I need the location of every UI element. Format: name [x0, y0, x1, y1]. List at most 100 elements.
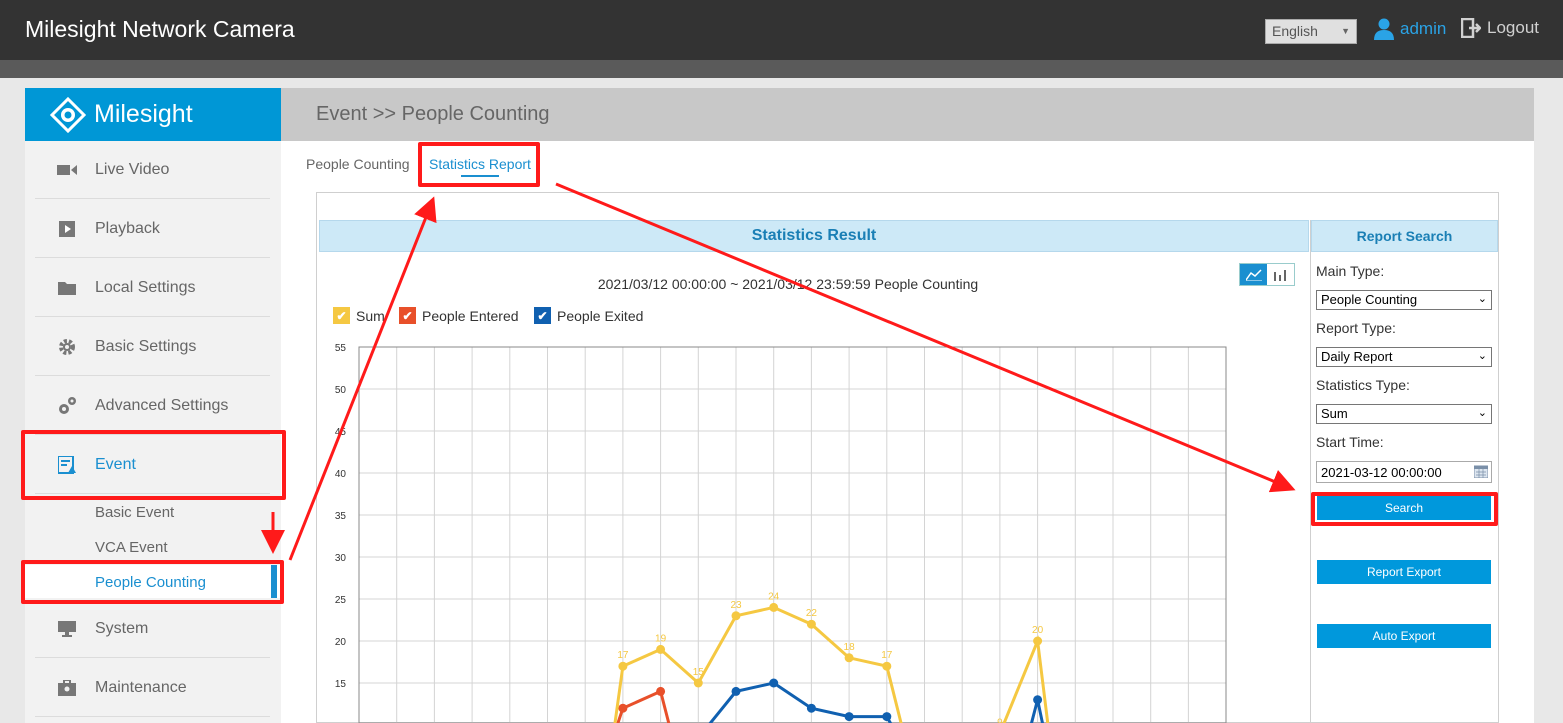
bar-chart-button[interactable] [1267, 264, 1294, 285]
y-tick-label: 20 [335, 637, 347, 648]
user-menu[interactable]: admin [1374, 18, 1446, 40]
app-title: Milesight Network Camera [25, 16, 295, 42]
sidebar-item-label: Live Video [95, 160, 170, 178]
sidebar-item-maintenance[interactable]: Maintenance [35, 659, 270, 717]
brand-logo: Milesight [25, 88, 281, 141]
sidebar-item-label: Advanced Settings [95, 396, 229, 414]
y-tick-label: 35 [335, 511, 347, 522]
data-point [693, 678, 703, 688]
sidebar-item-live-video[interactable]: Live Video [35, 141, 270, 199]
sidebar-item-playback[interactable]: Playback [35, 200, 270, 258]
top-bar: Milesight Network Camera English ▼ admin… [0, 0, 1563, 60]
statistics-type-value: Sum [1321, 406, 1348, 421]
data-label: 20 [1032, 625, 1044, 636]
y-tick-label: 55 [335, 343, 347, 354]
sidebar-item-label: Basic Settings [95, 337, 197, 355]
data-point [844, 653, 854, 663]
gear-icon [47, 338, 87, 356]
sidebar: Milesight Live Video Playback Local Sett… [25, 88, 281, 723]
main-type-value: People Counting [1321, 292, 1418, 307]
column-divider [1310, 220, 1311, 723]
data-point [1033, 636, 1043, 646]
annotation-box-event [21, 430, 286, 500]
chevron-down-icon: ⌄ [1477, 350, 1487, 362]
people-counting-chart: 55 50 45 40 35 30 25 20 15 17 19 15 23 24 22 18 17 9 20 [335, 343, 1227, 723]
sidebar-item-label: Local Settings [95, 278, 196, 296]
start-time-label: Start Time: [1316, 434, 1384, 450]
language-value: English [1272, 23, 1318, 39]
chevron-down-icon: ⌄ [1477, 407, 1487, 419]
main-type-select[interactable]: People Counting ⌄ [1316, 290, 1492, 310]
data-point [618, 703, 628, 713]
language-select[interactable]: English ▼ [1265, 19, 1357, 44]
data-point [656, 686, 666, 696]
bar-chart-icon [1273, 269, 1286, 281]
sidebar-subitem-basic-event[interactable]: Basic Event [95, 504, 174, 521]
sidebar-item-local-settings[interactable]: Local Settings [35, 259, 270, 317]
data-point [656, 644, 666, 654]
start-time-input[interactable]: 2021-03-12 00:00:00 [1316, 461, 1492, 483]
statistics-type-label: Statistics Type: [1316, 377, 1410, 393]
legend-people-exited[interactable]: ✔ People Exited [534, 307, 643, 324]
legend-people-entered[interactable]: ✔ People Entered [399, 307, 519, 324]
main-type-label: Main Type: [1316, 263, 1385, 279]
statistics-result-header: Statistics Result [319, 220, 1309, 252]
header-strip [0, 60, 1563, 78]
auto-export-button[interactable]: Auto Export [1317, 624, 1491, 648]
chart-title: 2021/03/12 00:00:00 ~ 2021/03/12 23:59:5… [597, 276, 979, 292]
y-tick-label: 50 [335, 385, 347, 396]
sidebar-item-label: Playback [95, 219, 160, 237]
legend-label: Sum [356, 307, 385, 324]
report-type-label: Report Type: [1316, 320, 1396, 336]
y-tick-label: 45 [335, 427, 347, 438]
calendar-icon[interactable] [1473, 465, 1489, 481]
legend-sum[interactable]: ✔ Sum [333, 307, 385, 324]
data-point [731, 686, 741, 696]
y-tick-label: 25 [335, 595, 347, 606]
data-label: 18 [844, 642, 856, 653]
start-time-value: 2021-03-12 00:00:00 [1321, 465, 1442, 480]
data-label: 9 [997, 717, 1003, 723]
data-point [769, 602, 779, 612]
data-point [618, 661, 628, 671]
video-camera-icon [47, 163, 87, 177]
line-chart-button[interactable] [1240, 264, 1267, 285]
username: admin [1400, 19, 1447, 38]
sidebar-item-label: System [95, 619, 149, 637]
y-tick-label: 40 [335, 469, 347, 480]
chevron-down-icon: ⌄ [1477, 293, 1487, 305]
sidebar-item-system[interactable]: System [35, 600, 270, 658]
y-tick-label: 30 [335, 553, 347, 564]
statistics-type-select[interactable]: Sum ⌄ [1316, 404, 1492, 424]
data-label: 22 [806, 608, 818, 619]
chevron-down-icon: ▼ [1341, 26, 1350, 36]
data-point [1033, 695, 1043, 705]
report-type-value: Daily Report [1321, 349, 1393, 364]
logout-label: Logout [1487, 18, 1539, 37]
sidebar-item-advanced-settings[interactable]: Advanced Settings [35, 377, 270, 435]
report-type-select[interactable]: Daily Report ⌄ [1316, 347, 1492, 367]
sidebar-subitem-vca-event[interactable]: VCA Event [95, 539, 168, 556]
breadcrumb: Event >> People Counting [281, 88, 1534, 141]
data-label: 19 [655, 633, 667, 644]
annotation-box-people-counting [21, 560, 284, 604]
data-point [844, 712, 854, 722]
page-title: Event >> People Counting [316, 103, 550, 125]
logout-button[interactable]: Logout [1461, 18, 1539, 38]
report-export-button[interactable]: Report Export [1317, 560, 1491, 584]
checkbox-icon: ✔ [399, 307, 416, 324]
data-point [882, 712, 892, 722]
series-line-exited [708, 681, 893, 723]
checkbox-icon: ✔ [333, 307, 350, 324]
legend-label: People Exited [557, 307, 644, 324]
toolbox-icon [47, 679, 87, 696]
tab-people-counting[interactable]: People Counting [306, 156, 410, 172]
data-point [806, 703, 816, 713]
sidebar-item-basic-settings[interactable]: Basic Settings [35, 318, 270, 376]
data-label: 24 [768, 591, 780, 602]
report-search-header: Report Search [1311, 220, 1498, 252]
chart-type-toggle [1239, 263, 1295, 286]
gears-icon [47, 396, 87, 416]
data-label: 17 [881, 650, 893, 661]
data-label: 17 [617, 650, 629, 661]
